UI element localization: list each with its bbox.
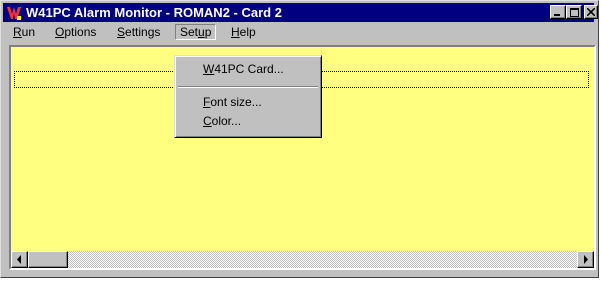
maximize-button[interactable]: [566, 5, 582, 19]
menu-item-w41pc-card-label: 41PC Card...: [214, 62, 284, 76]
menu-setup[interactable]: Setup: [175, 24, 217, 40]
menu-separator: [178, 86, 318, 88]
window-title: W41PC Alarm Monitor - ROMAN2 - Card 2: [26, 5, 282, 20]
menu-item-w41pc-card[interactable]: W41PC Card...: [178, 60, 318, 78]
close-button[interactable]: [584, 5, 598, 19]
app-window: W41PC Alarm Monitor - ROMAN2 - Card 2 Ru…: [0, 0, 599, 278]
menu-setup-accel: u: [198, 25, 205, 39]
w41pc-app-icon: [6, 5, 22, 21]
scroll-right-button[interactable]: [577, 251, 594, 268]
menu-item-w41pc-card-accel: W: [203, 62, 215, 76]
arrow-left-icon: [17, 255, 21, 264]
arrow-right-icon: [584, 255, 588, 264]
menu-setup-label-pre: Set: [180, 25, 199, 39]
menu-settings-accel: S: [117, 25, 126, 39]
menu-help-label-post: elp: [239, 25, 256, 39]
close-icon: [587, 8, 595, 16]
menu-settings-label-post: ettings: [125, 25, 161, 39]
menu-run-label-post: un: [21, 25, 36, 39]
title-bar[interactable]: W41PC Alarm Monitor - ROMAN2 - Card 2: [3, 3, 598, 22]
menu-bar: Run Options Settings Setup Help: [3, 23, 597, 41]
menu-item-color-label: olor...: [211, 114, 242, 128]
menu-settings[interactable]: Settings: [113, 24, 164, 40]
menu-options[interactable]: Options: [51, 24, 100, 40]
menu-item-color-accel: C: [203, 114, 212, 128]
menu-item-color[interactable]: Color...: [178, 112, 318, 130]
menu-help-accel: H: [231, 25, 240, 39]
menu-item-font-size[interactable]: Font size...: [178, 93, 318, 111]
setup-dropdown-menu: W41PC Card... Font size... Color...: [174, 55, 322, 138]
scroll-thumb[interactable]: [28, 251, 68, 268]
menu-item-font-size-label: ont size...: [210, 95, 262, 109]
menu-run-accel: R: [13, 25, 22, 39]
scroll-left-button[interactable]: [11, 251, 28, 268]
minimize-button[interactable]: [550, 5, 566, 19]
menu-help[interactable]: Help: [227, 24, 260, 40]
menu-options-label-post: ptions: [64, 25, 97, 39]
menu-run[interactable]: Run: [9, 24, 39, 40]
menu-options-accel: O: [55, 25, 65, 39]
menu-setup-label-post: p: [204, 25, 212, 39]
horizontal-scrollbar[interactable]: [11, 251, 594, 268]
